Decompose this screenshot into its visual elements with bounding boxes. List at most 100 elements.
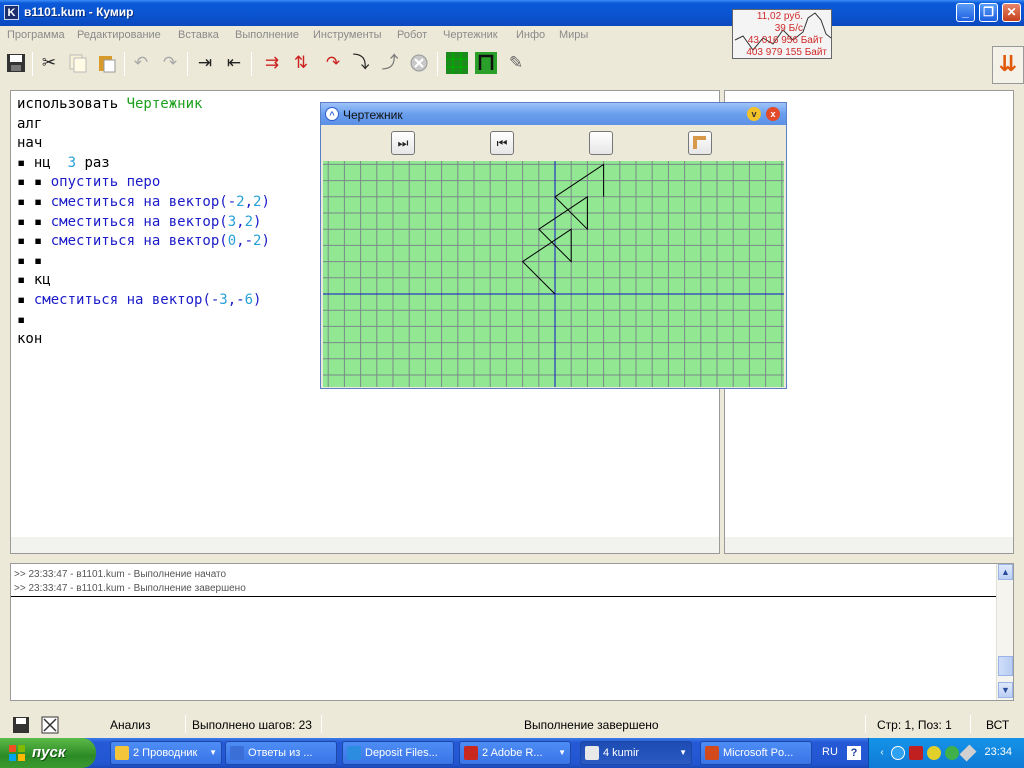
- start-button[interactable]: пуск: [0, 738, 96, 768]
- menu-tools[interactable]: Инструменты: [313, 29, 382, 41]
- menu-run[interactable]: Выполнение: [235, 29, 299, 41]
- run-step-icon[interactable]: ⇅: [288, 50, 314, 76]
- step-into-icon[interactable]: ⤵: [348, 50, 374, 76]
- status-bar: Анализ Выполнено шагов: 23 Выполнение за…: [0, 712, 1024, 736]
- status-insert-mode: ВСТ: [986, 718, 1010, 732]
- step-over-icon[interactable]: ↷: [320, 50, 346, 76]
- code-line[interactable]: алг: [17, 116, 42, 132]
- task-label: Deposit Files...: [365, 747, 438, 759]
- code-token: 2: [244, 213, 254, 230]
- cut-icon[interactable]: ✂: [36, 50, 62, 76]
- indent-marker: ▪: [17, 154, 34, 171]
- menu-edit[interactable]: Редактирование: [77, 29, 161, 41]
- taskbar-button[interactable]: 4 kumir ▼: [580, 741, 692, 765]
- indent-marker: ▪: [17, 311, 26, 328]
- output-console[interactable]: >> 23:33:47 - в1101.kum - Выполнение нач…: [10, 563, 1014, 701]
- code-token: кц: [33, 272, 51, 289]
- clock[interactable]: 23:34: [984, 746, 1012, 758]
- pen-icon[interactable]: ✎: [503, 50, 529, 76]
- unindent-icon[interactable]: ⇤: [221, 50, 247, 76]
- robot-field-icon[interactable]: [444, 50, 470, 76]
- run-icon[interactable]: ⇉: [259, 50, 285, 76]
- code-line[interactable]: ▪ нц 3 раз: [17, 155, 110, 171]
- indent-icon[interactable]: ⇥: [192, 50, 218, 76]
- margin-hscroll[interactable]: [725, 537, 1013, 553]
- taskbar-button[interactable]: Microsoft Po...: [700, 741, 812, 765]
- paste-icon[interactable]: [94, 50, 120, 76]
- code-token: алг: [17, 115, 43, 132]
- code-line[interactable]: ▪: [17, 312, 25, 328]
- task-label: Microsoft Po...: [723, 747, 794, 759]
- code-token: нц: [33, 154, 68, 171]
- scroll-up-icon[interactable]: ▲: [998, 564, 1013, 580]
- undo-icon[interactable]: ↶: [128, 50, 154, 76]
- code-line[interactable]: ▪ ▪: [17, 253, 42, 269]
- code-token: ): [253, 292, 262, 308]
- code-line[interactable]: ▪ ▪ сместиться на вектор(0,-2): [17, 233, 270, 249]
- code-line[interactable]: ▪ ▪ сместиться на вектор(-2,2): [17, 194, 270, 210]
- code-line[interactable]: ▪ ▪ сместиться на вектор(3,2): [17, 214, 261, 230]
- code-token: Чертежник: [126, 96, 203, 112]
- scroll-thumb[interactable]: [998, 656, 1013, 676]
- drawer-window-icon[interactable]: [473, 50, 499, 76]
- code-line[interactable]: использовать Чертежник: [17, 96, 202, 112]
- system-tray: ? ‹ 23:34: [847, 738, 1024, 768]
- taskbar-button[interactable]: Ответы из ...: [225, 741, 337, 765]
- minimize-button[interactable]: _: [956, 3, 975, 22]
- editor-hscroll[interactable]: [11, 537, 719, 553]
- indent-marker: ▪: [17, 292, 34, 308]
- tray-expand-icon[interactable]: ‹: [875, 746, 889, 760]
- task-label: 2 Adobe R...: [482, 747, 543, 759]
- language-indicator[interactable]: RU: [822, 746, 838, 758]
- code-line[interactable]: ▪ кц: [17, 272, 51, 288]
- code-token: нач: [17, 135, 43, 152]
- code-token: 0: [227, 233, 237, 250]
- code-token: сместиться на вектор: [50, 213, 220, 230]
- copy-icon[interactable]: [65, 50, 91, 76]
- restore-button[interactable]: ❐: [979, 3, 998, 22]
- zoom-in-icon[interactable]: ⏭: [391, 131, 415, 155]
- code-line[interactable]: кон: [17, 331, 42, 347]
- antivirus-icon[interactable]: [909, 746, 923, 760]
- menu-robot[interactable]: Робот: [397, 29, 427, 41]
- scroll-down-icon[interactable]: ▼: [998, 682, 1013, 698]
- network-icon[interactable]: [945, 746, 959, 760]
- menu-drawer[interactable]: Чертежник: [443, 29, 498, 41]
- taskbar-button[interactable]: 2 Проводник ▼: [110, 741, 222, 765]
- usb-icon[interactable]: [959, 744, 977, 762]
- close-button[interactable]: ✕: [1002, 3, 1021, 22]
- drawer-menu-icon[interactable]: ^: [325, 107, 339, 121]
- step-out-icon[interactable]: ⤴: [377, 50, 403, 76]
- code-token: 3: [67, 154, 77, 171]
- drawer-window[interactable]: ^ Чертежник v x ⏭ ⏮: [320, 102, 787, 389]
- drawer-title-bar[interactable]: ^ Чертежник v x: [321, 103, 786, 125]
- console-scrollbar[interactable]: ▲ ▼: [996, 564, 1013, 700]
- corner-view-icon[interactable]: [688, 131, 712, 155]
- status-save-icon[interactable]: [8, 712, 34, 738]
- taskbar-button[interactable]: 2 Adobe R... ▼: [459, 741, 571, 765]
- collapse-arrow-icon[interactable]: ⇊: [992, 46, 1024, 84]
- taskbar-button[interactable]: Deposit Files...: [342, 741, 454, 765]
- status-close-icon[interactable]: [37, 712, 63, 738]
- shield-icon[interactable]: [927, 746, 941, 760]
- fit-view-icon[interactable]: [589, 131, 613, 155]
- menu-worlds[interactable]: Миры: [559, 29, 588, 41]
- menu-info[interactable]: Инфо: [516, 29, 545, 41]
- kumir-app-icon[interactable]: K: [4, 5, 19, 20]
- stop-icon[interactable]: [406, 50, 432, 76]
- code-line[interactable]: ▪ сместиться на вектор(-3,-6): [17, 292, 261, 308]
- save-icon[interactable]: [3, 50, 29, 76]
- drawer-close-button[interactable]: x: [766, 107, 780, 121]
- drawing-canvas[interactable]: [323, 161, 784, 387]
- code-line[interactable]: ▪ ▪ опустить перо: [17, 174, 160, 190]
- drawer-minimize-button[interactable]: v: [747, 107, 761, 121]
- code-token: опустить перо: [50, 174, 161, 191]
- zoom-out-icon[interactable]: ⏮: [490, 131, 514, 155]
- redo-icon[interactable]: ↷: [157, 50, 183, 76]
- code-line[interactable]: нач: [17, 135, 42, 151]
- ie-tray-icon[interactable]: [891, 746, 905, 760]
- code-token: ,: [236, 213, 245, 230]
- help-icon[interactable]: ?: [847, 746, 861, 760]
- menu-insert[interactable]: Вставка: [178, 29, 219, 41]
- menu-program[interactable]: Программа: [7, 29, 65, 41]
